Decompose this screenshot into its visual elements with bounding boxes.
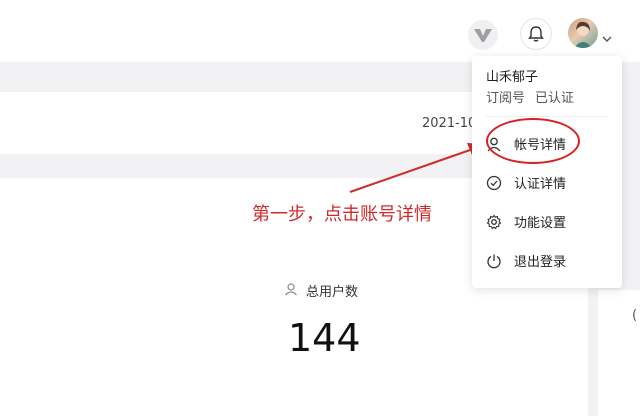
menu-item-settings[interactable]: 功能设置	[486, 212, 566, 231]
highlight-circle	[486, 118, 580, 164]
divider	[486, 116, 608, 117]
stat-label: 总用户数	[306, 285, 359, 300]
stat-value: 144	[288, 316, 361, 360]
edge-text: (	[632, 308, 638, 323]
menu-item-label: 退出登录	[514, 255, 567, 270]
account-status: 已认证	[535, 91, 575, 106]
account-meta: 订阅号 已认证	[486, 87, 574, 106]
check-circle-icon	[486, 175, 502, 191]
menu-item-label: 功能设置	[514, 216, 567, 231]
account-name: 山禾郁子	[486, 70, 539, 85]
menu-item-verification-details[interactable]: 认证详情	[486, 173, 566, 192]
menu-item-label: 认证详情	[514, 177, 567, 192]
menu-item-logout[interactable]: 退出登录	[486, 251, 566, 270]
power-icon	[486, 253, 502, 269]
account-type: 订阅号	[486, 91, 526, 106]
account-dropdown: 山禾郁子 订阅号 已认证 帐号详情 认证详情 功能设置 退出登录	[472, 56, 622, 288]
stat-label-row: 总用户数	[284, 281, 358, 300]
user-icon	[284, 281, 298, 300]
gear-icon	[486, 214, 502, 230]
